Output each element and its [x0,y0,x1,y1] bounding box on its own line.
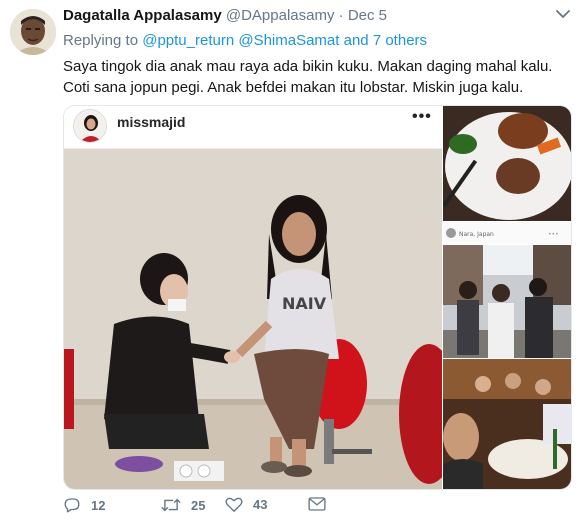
street-group-photo[interactable] [443,245,571,358]
svg-text:NAIV: NAIV [282,294,327,313]
reply-button[interactable]: 12 [63,496,105,514]
separator-dot: · [338,7,344,24]
author-handle[interactable]: @DAppalasamy [226,7,335,24]
retweet-button[interactable]: 25 [161,496,205,514]
share-button[interactable] [308,496,336,512]
author-name[interactable]: Dagatalla Appalasamy [63,7,222,24]
instagram-header: missmajid ••• [64,106,442,149]
reply-icon [64,498,80,513]
mention-link[interactable]: @ShimaSamat [238,32,339,49]
tweet: Dagatalla Appalasamy @DAppalasamy · Dec … [0,0,580,523]
instagram-username[interactable]: missmajid [117,114,185,130]
instagram-avatar[interactable] [73,109,107,143]
more-options-icon[interactable]: ••• [412,108,432,126]
location-label: Nara, Japan [459,231,494,238]
instagram-location-strip: Nara, Japan ••• [443,222,571,244]
like-count: 43 [253,497,268,512]
retweet-icon [161,498,181,512]
retweet-count: 25 [191,497,206,513]
instagram-side-gallery: Nara, Japan ••• [443,106,571,489]
like-button[interactable]: 43 [225,496,267,513]
instagram-embed[interactable]: missmajid ••• NAIV Nara, Japan ••• [63,105,572,490]
tweet-header: Dagatalla Appalasamy @DAppalasamy · Dec … [63,7,563,29]
svg-text:•••: ••• [548,231,559,238]
food-plate-photo[interactable] [443,106,571,221]
restaurant-group-photo[interactable] [443,359,571,489]
replying-to: Replying to @pptu_return @ShimaSamat and… [63,32,427,49]
reply-count: 12 [91,497,106,513]
tweet-actions: 12 25 43 [63,496,483,518]
replying-prefix: Replying to [63,32,139,49]
like-icon [225,497,243,512]
avatar[interactable] [10,9,56,55]
replying-conjunction: and [343,32,369,49]
manicure-photo: NAIV [64,149,442,489]
share-icon [308,497,326,511]
mention-link[interactable]: @pptu_return [142,32,234,49]
tweet-date[interactable]: Dec 5 [348,7,387,24]
chevron-down-icon[interactable] [556,9,570,19]
others-link[interactable]: 7 others [373,32,427,49]
tweet-text: Saya tingok dia anak mau raya ada bikin … [63,58,553,96]
